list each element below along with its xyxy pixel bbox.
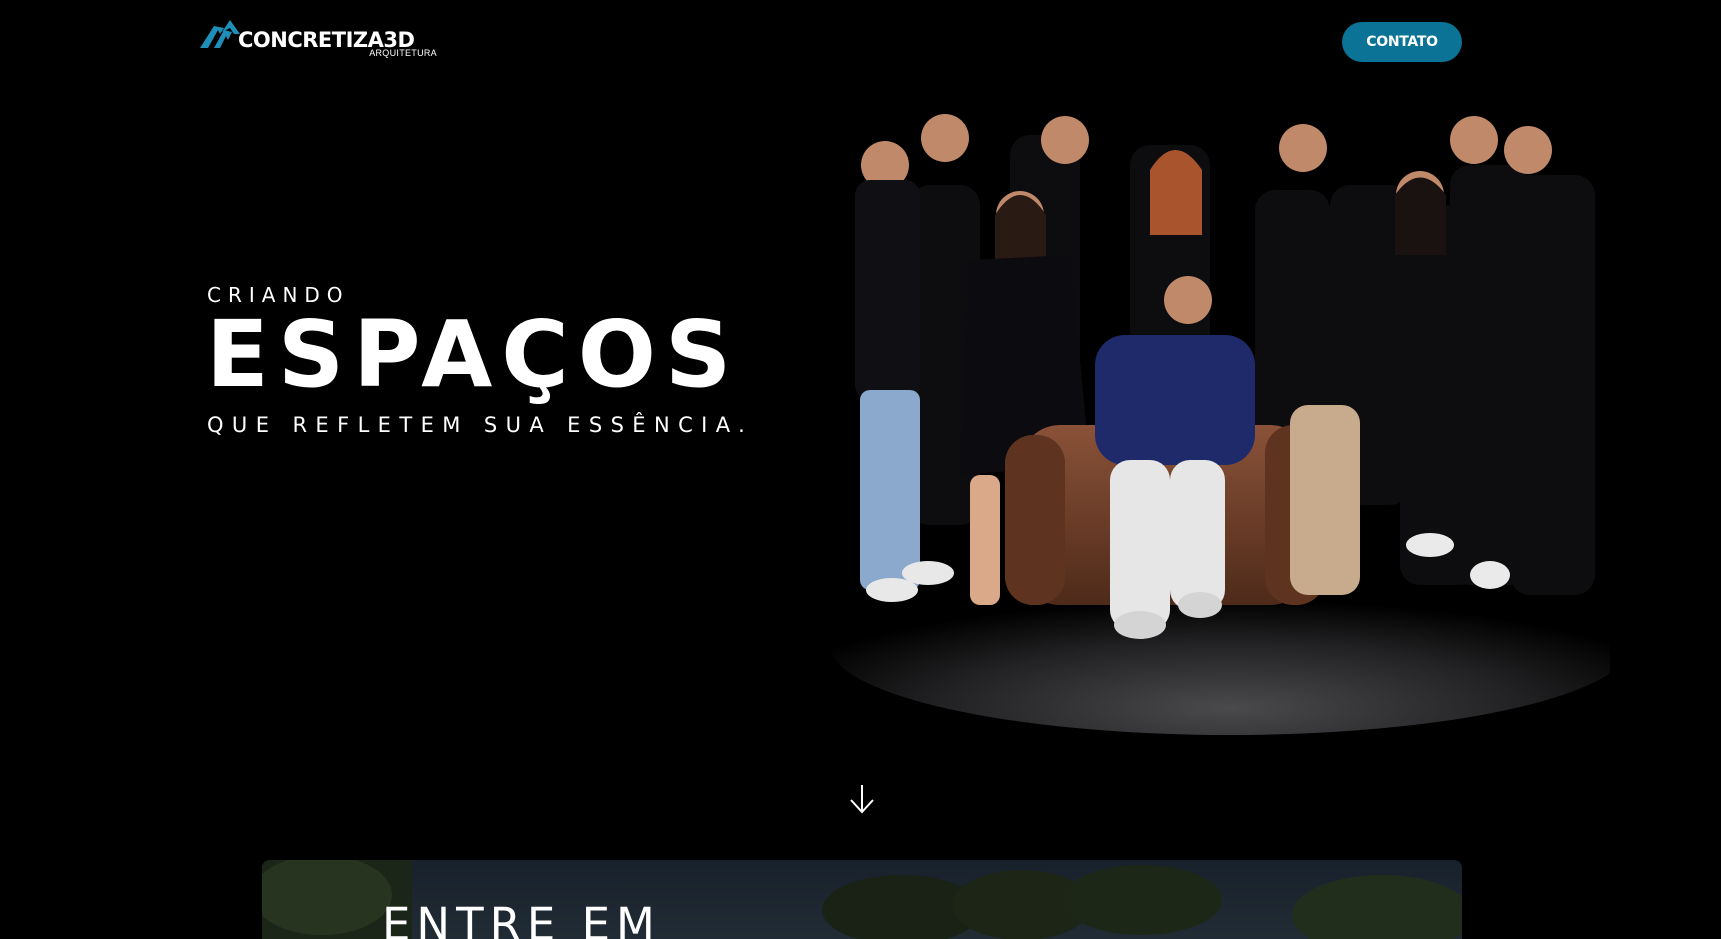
card-title: ENTRE EM	[382, 898, 661, 939]
contact-button[interactable]: CONTATO	[1342, 22, 1462, 62]
logo-tagline: ARQUITETURA	[369, 48, 437, 58]
page: CONCRETIZA3D ARQUITETURA CONTATO CRIANDO…	[0, 0, 1721, 939]
hero-title: ESPAÇOS	[206, 301, 741, 408]
team-photo	[830, 114, 1610, 735]
logo-roof-icon	[200, 20, 240, 48]
hero-subtitle: QUE REFLETEM SUA ESSÊNCIA.	[207, 413, 754, 437]
contact-card: ENTRE EM	[262, 860, 1462, 939]
arrow-down-icon[interactable]	[848, 783, 876, 815]
site-logo[interactable]: CONCRETIZA3D ARQUITETURA	[200, 18, 445, 60]
